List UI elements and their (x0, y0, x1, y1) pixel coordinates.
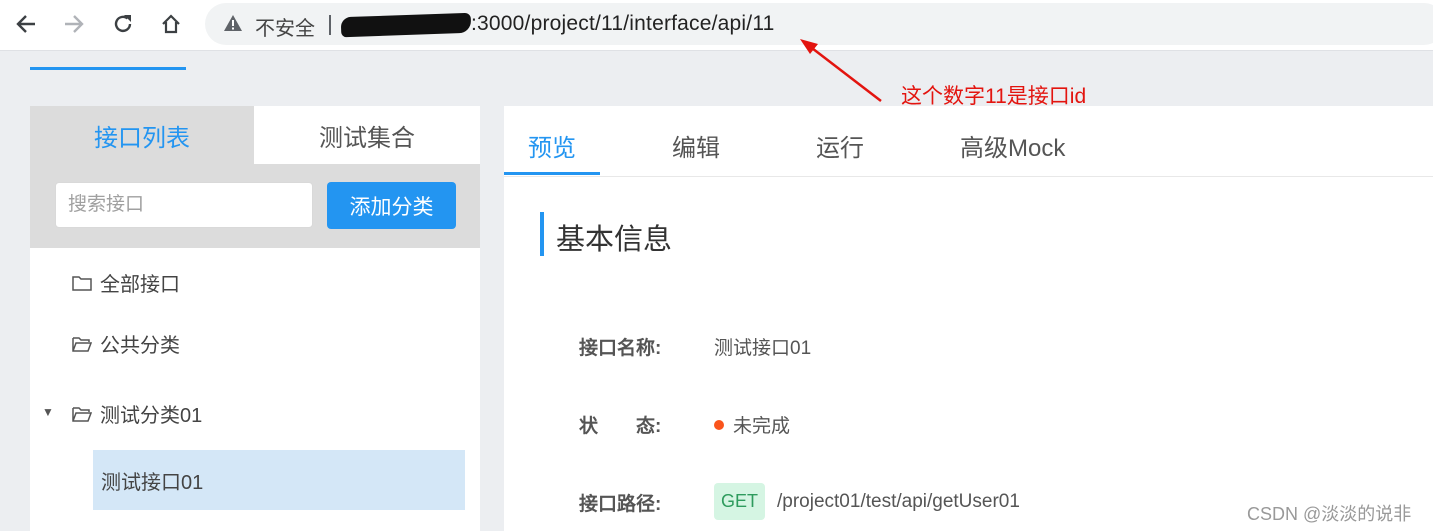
tree-item-public[interactable]: 公共分类 (72, 329, 180, 358)
field-value-status: 未完成 (714, 411, 790, 438)
back-button[interactable] (10, 8, 42, 40)
tab-advanced-mock[interactable]: 高级Mock (960, 128, 1065, 163)
tab-preview[interactable]: 预览 (528, 128, 576, 163)
annotation-text: 这个数字11是接口id (901, 85, 1087, 108)
back-arrow-icon (16, 15, 35, 33)
home-icon (162, 14, 180, 34)
reload-button[interactable] (107, 8, 139, 40)
browser-toolbar: 不安全 :3000/project/11/interface/api/11 (0, 0, 1433, 51)
address-bar[interactable]: 不安全 :3000/project/11/interface/api/11 (205, 3, 1433, 45)
folder-icon (72, 275, 92, 291)
warning-icon (224, 15, 242, 31)
tab-edit[interactable]: 编辑 (672, 128, 720, 163)
search-input[interactable] (55, 182, 313, 228)
active-tab-indicator (504, 172, 600, 175)
field-value-name: 测试接口01 (714, 338, 812, 359)
tree-item-label: 公共分类 (100, 335, 180, 357)
status-text: 未完成 (733, 416, 791, 437)
forward-button[interactable] (58, 8, 90, 40)
path-text: /project01/test/api/getUser01 (777, 490, 1020, 512)
tree-item-all[interactable]: 全部接口 (72, 268, 180, 297)
field-label-name: 接口名称: (579, 338, 662, 359)
sidebar-tabs: 接口列表 测试集合 (30, 106, 480, 164)
search-area: 添加分类 (30, 164, 480, 248)
redaction-scribble (340, 12, 472, 38)
security-status: 不安全 (255, 18, 315, 40)
section-title: 基本信息 (556, 224, 673, 256)
tree-item-label: 测试分类01 (100, 405, 203, 427)
reload-icon (114, 15, 132, 33)
field-label-status: 状 态: (579, 416, 662, 437)
field-value-path: GET /project01/test/api/getUser01 (714, 483, 1020, 520)
url-text[interactable]: :3000/project/11/interface/api/11 (471, 12, 775, 36)
field-label-path: 接口路径: (579, 494, 662, 515)
address-divider (329, 15, 331, 35)
tree-item-group[interactable]: 测试分类01 (72, 399, 202, 428)
tree-item-leaf-selected[interactable]: 测试接口01 (93, 450, 465, 510)
status-dot-icon (714, 419, 724, 430)
tree-item-label: 全部接口 (100, 274, 180, 296)
add-category-button[interactable]: 添加分类 (327, 182, 456, 229)
method-badge: GET (714, 483, 765, 520)
tab-test-collection[interactable]: 测试集合 (254, 106, 480, 164)
section-marker (540, 212, 544, 256)
header-accent-strip (30, 67, 186, 70)
watermark: CSDN @淡淡的说非 (1247, 504, 1412, 524)
interface-sidebar: 接口列表 测试集合 添加分类 全部接口 公共分类 ▼ 测试分类01 测试接口01 (30, 106, 480, 531)
tab-interface-list[interactable]: 接口列表 (30, 106, 254, 164)
home-button[interactable] (155, 8, 187, 40)
folder-open-icon (72, 406, 92, 422)
tab-run[interactable]: 运行 (816, 128, 864, 163)
folder-open-icon (72, 336, 92, 352)
interface-detail: 预览 编辑 运行 高级Mock 基本信息 接口名称: 测试接口01 状 态: 未… (504, 106, 1433, 531)
forward-arrow-icon (65, 15, 84, 33)
detail-tabs: 预览 编辑 运行 高级Mock (504, 106, 1433, 177)
caret-down-icon[interactable]: ▼ (42, 405, 54, 419)
